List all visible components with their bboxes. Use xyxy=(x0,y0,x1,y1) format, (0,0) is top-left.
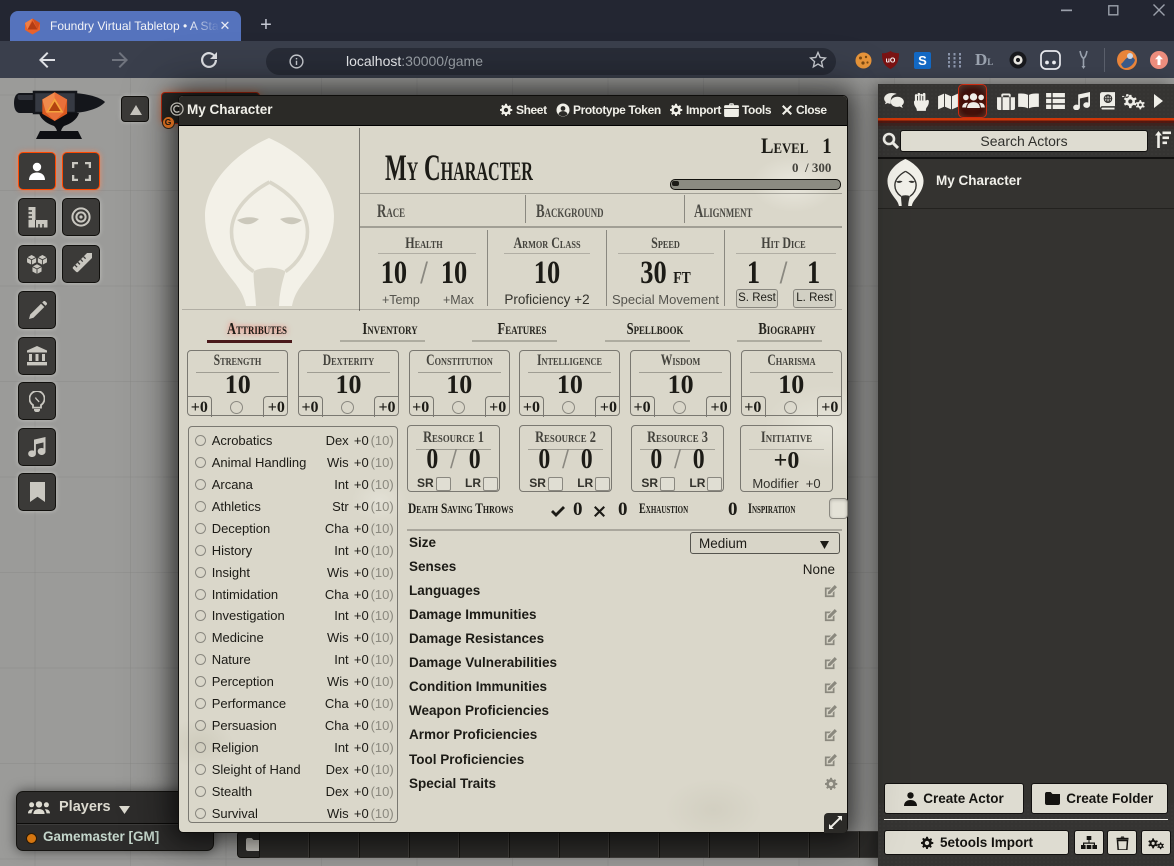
svg-text:uO: uO xyxy=(886,58,896,65)
